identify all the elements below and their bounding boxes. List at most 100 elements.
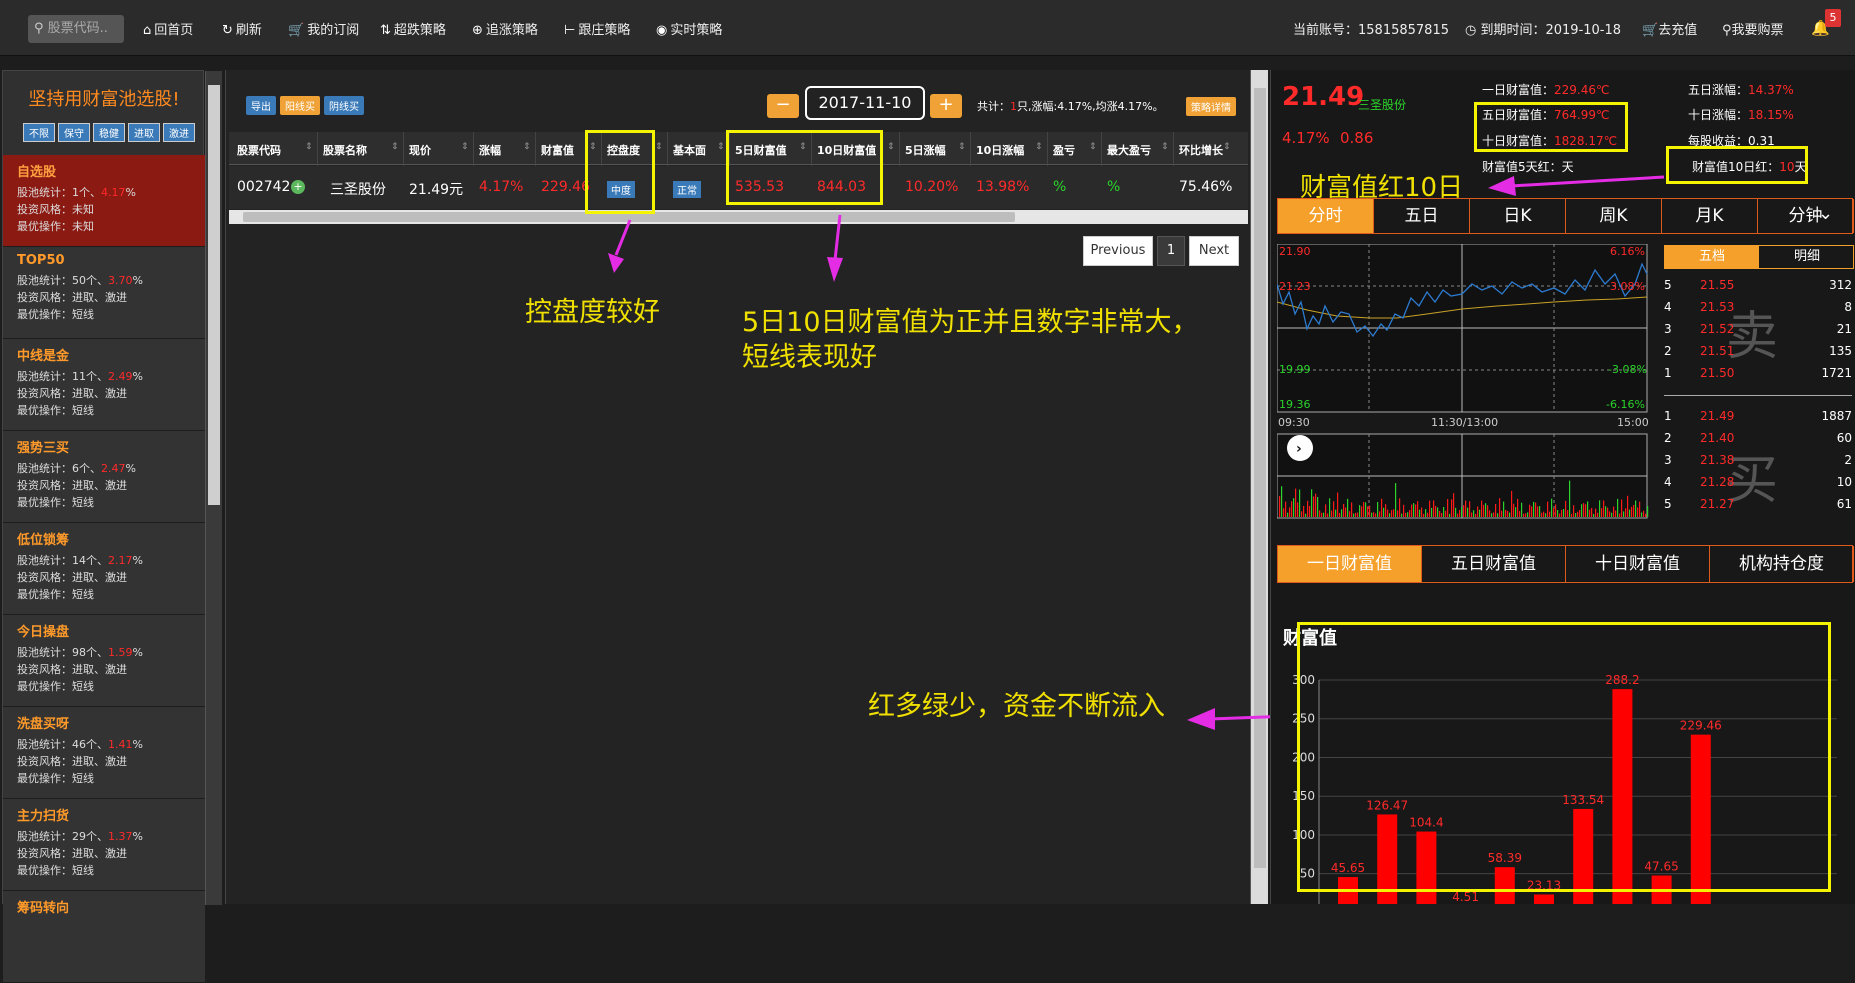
sidebar-item[interactable]: 自选股 股池统计：1个、4.17% 投资风格：未知 最优操作：未知 — [3, 155, 205, 247]
volume-bar — [1409, 510, 1411, 517]
main-scroll-thumb[interactable] — [1254, 88, 1266, 868]
nav-oversold[interactable]: ⇅ 超跌策略 — [380, 19, 446, 38]
sort-icon[interactable]: ⇕ — [887, 142, 895, 152]
chevron-down-icon[interactable]: ⌄ — [1818, 203, 1833, 224]
column-header[interactable]: 盈亏 — [1053, 142, 1075, 158]
sidebar-item-op: 最优操作：短线 — [17, 588, 94, 601]
filter-tag[interactable]: 稳健 — [93, 123, 125, 142]
buy-stock-link[interactable]: ⚲我要购票 — [1722, 19, 1784, 38]
sidebar-item[interactable]: 主力扫货 股池统计：29个、1.37% 投资风格：进取、激进 最优操作：短线 — [3, 799, 205, 891]
filter-tag[interactable]: 保守 — [58, 123, 90, 142]
nav-realtime[interactable]: ◉ 实时策略 — [656, 19, 722, 38]
sidebar-scroll-thumb[interactable] — [208, 85, 220, 505]
filter-tag[interactable]: 激进 — [163, 123, 195, 142]
sell-volume: 135 — [1829, 344, 1852, 358]
sidebar-item[interactable]: 强势三买 股池统计：6个、2.47% 投资风格：进取、激进 最优操作：短线 — [3, 431, 205, 523]
export-button[interactable]: 导出 — [246, 96, 276, 115]
recharge-link[interactable]: 🛒去充值 — [1642, 19, 1697, 38]
wealth-tab[interactable]: 十日财富值 — [1566, 546, 1710, 582]
highlight-red-10 — [1666, 146, 1808, 184]
sidebar-item[interactable]: 筹码转向 — [3, 891, 205, 983]
column-header[interactable]: 环比增长 — [1179, 142, 1223, 158]
column-header[interactable]: 财富值 — [541, 142, 574, 158]
sort-icon[interactable]: ⇕ — [1089, 142, 1097, 152]
period-tab[interactable]: 五日 — [1374, 199, 1470, 233]
yang-buy-button[interactable]: 阳线买 — [280, 96, 320, 115]
sell-level: 3 — [1664, 322, 1672, 336]
nav-chase[interactable]: ⊕ 追涨策略 — [472, 19, 538, 38]
date-input[interactable]: 2017-11-10 — [805, 86, 925, 120]
main-scrollbar[interactable] — [1250, 70, 1268, 904]
next-page-button[interactable]: Next — [1189, 236, 1239, 266]
period-tab[interactable]: 日K — [1470, 199, 1566, 233]
sidebar-item[interactable]: 今日操盘 股池统计：98个、1.59% 投资风格：进取、激进 最优操作：短线 — [3, 615, 205, 707]
wealth-1d: 一日财富值：229.46℃ — [1482, 81, 1609, 98]
intraday-right-bottom: -6.16% — [1606, 398, 1645, 411]
wealth-1d-value: 229.46℃ — [1554, 83, 1610, 97]
change-10d-value: 18.15% — [1748, 108, 1794, 122]
nav-refresh[interactable]: ↻ 刷新 — [222, 19, 262, 38]
volume-bar — [1325, 504, 1327, 517]
page-1-button[interactable]: 1 — [1157, 236, 1185, 266]
column-header[interactable]: 5日涨幅 — [905, 142, 946, 158]
filter-tag[interactable]: 进取 — [128, 123, 160, 142]
filter-tag[interactable]: 不限 — [23, 123, 55, 142]
previous-page-button[interactable]: Previous — [1083, 236, 1153, 266]
sidebar-scrollbar[interactable] — [205, 71, 222, 905]
next-date-button[interactable]: + — [930, 94, 962, 118]
period-tab[interactable]: 分钟 — [1758, 199, 1854, 233]
cell-chg5: 10.20% — [905, 179, 959, 195]
period-tab[interactable]: 周K — [1566, 199, 1662, 233]
wealth-tab[interactable]: 一日财富值 — [1278, 546, 1422, 582]
wealth-1d-label: 一日财富值： — [1482, 83, 1555, 97]
add-watch-icon[interactable]: + — [291, 180, 305, 194]
sidebar-item-style: 投资风格：进取、激进 — [17, 571, 127, 584]
column-header[interactable]: 股票名称 — [323, 142, 367, 158]
sidebar-item-op: 最优操作：短线 — [17, 864, 94, 877]
sort-icon[interactable]: ⇕ — [1161, 142, 1169, 152]
volume-bar — [1505, 509, 1507, 517]
column-header[interactable]: 基本面 — [673, 142, 706, 158]
column-header[interactable]: 股票代码 — [237, 142, 281, 158]
volume-bar — [1279, 496, 1281, 517]
prev-date-button[interactable]: − — [767, 94, 799, 118]
volume-bar — [1455, 507, 1457, 517]
period-tab[interactable]: 月K — [1662, 199, 1758, 233]
sidebar-item[interactable]: 中线是金 股池统计：11个、2.49% 投资风格：进取、激进 最优操作：短线 — [3, 339, 205, 431]
volume-bar — [1297, 502, 1299, 517]
sort-icon[interactable]: ⇕ — [1223, 142, 1231, 152]
sort-icon[interactable]: ⇕ — [1035, 142, 1043, 152]
sidebar-item[interactable]: TOP50 股池统计：50个、3.70% 投资风格：进取、激进 最优操作：短线 — [3, 247, 205, 339]
period-tab[interactable]: 分时 — [1278, 199, 1374, 233]
table-horizontal-scrollbar[interactable] — [229, 210, 1248, 224]
nav-home[interactable]: ⌂ 回首页 — [143, 19, 193, 38]
sort-icon[interactable]: ⇕ — [655, 142, 663, 152]
tab-detail[interactable]: 明细 — [1760, 246, 1854, 268]
sort-icon[interactable]: ⇕ — [958, 142, 966, 152]
column-header[interactable]: 10日涨幅 — [976, 142, 1024, 158]
column-header[interactable]: 现价 — [409, 142, 431, 158]
tab-five-levels[interactable]: 五档 — [1665, 246, 1759, 268]
column-header[interactable]: 最大盈亏 — [1107, 142, 1151, 158]
nav-home-label: 回首页 — [154, 23, 194, 38]
nav-subscriptions[interactable]: 🛒 我的订阅 — [288, 19, 359, 38]
nav-follow[interactable]: ⊢ 跟庄策略 — [564, 19, 630, 38]
sidebar-item[interactable]: 低位锁筹 股池统计：14个、2.17% 投资风格：进取、激进 最优操作：短线 — [3, 523, 205, 615]
sort-icon[interactable]: ⇕ — [391, 142, 399, 152]
wealth-tab[interactable]: 五日财富值 — [1422, 546, 1566, 582]
sort-icon[interactable]: ⇕ — [717, 142, 725, 152]
sort-icon[interactable]: ⇕ — [523, 142, 531, 152]
sidebar-item[interactable]: 洗盘买呀 股池统计：46个、1.41% 投资风格：进取、激进 最优操作：短线 — [3, 707, 205, 799]
sort-icon[interactable]: ⇕ — [461, 142, 469, 152]
sort-icon[interactable]: ⇕ — [305, 142, 313, 152]
wealth-tab[interactable]: 机构持仓度 — [1710, 546, 1854, 582]
sidebar-item-op: 最优操作：短线 — [17, 404, 94, 417]
column-header[interactable]: 涨幅 — [479, 142, 501, 158]
strategy-detail-button[interactable]: 策略详情 — [1186, 97, 1236, 116]
stock-search-input[interactable]: ⚲ 股票代码.. — [28, 15, 124, 43]
yin-buy-button[interactable]: 阴线买 — [324, 96, 364, 115]
volume-bar — [1623, 511, 1625, 517]
count-pct: 1.37 — [108, 830, 133, 843]
sidebar-item-count: 股池统计：46个、1.41% — [17, 736, 205, 753]
fundamental-badge: 正常 — [673, 181, 701, 198]
